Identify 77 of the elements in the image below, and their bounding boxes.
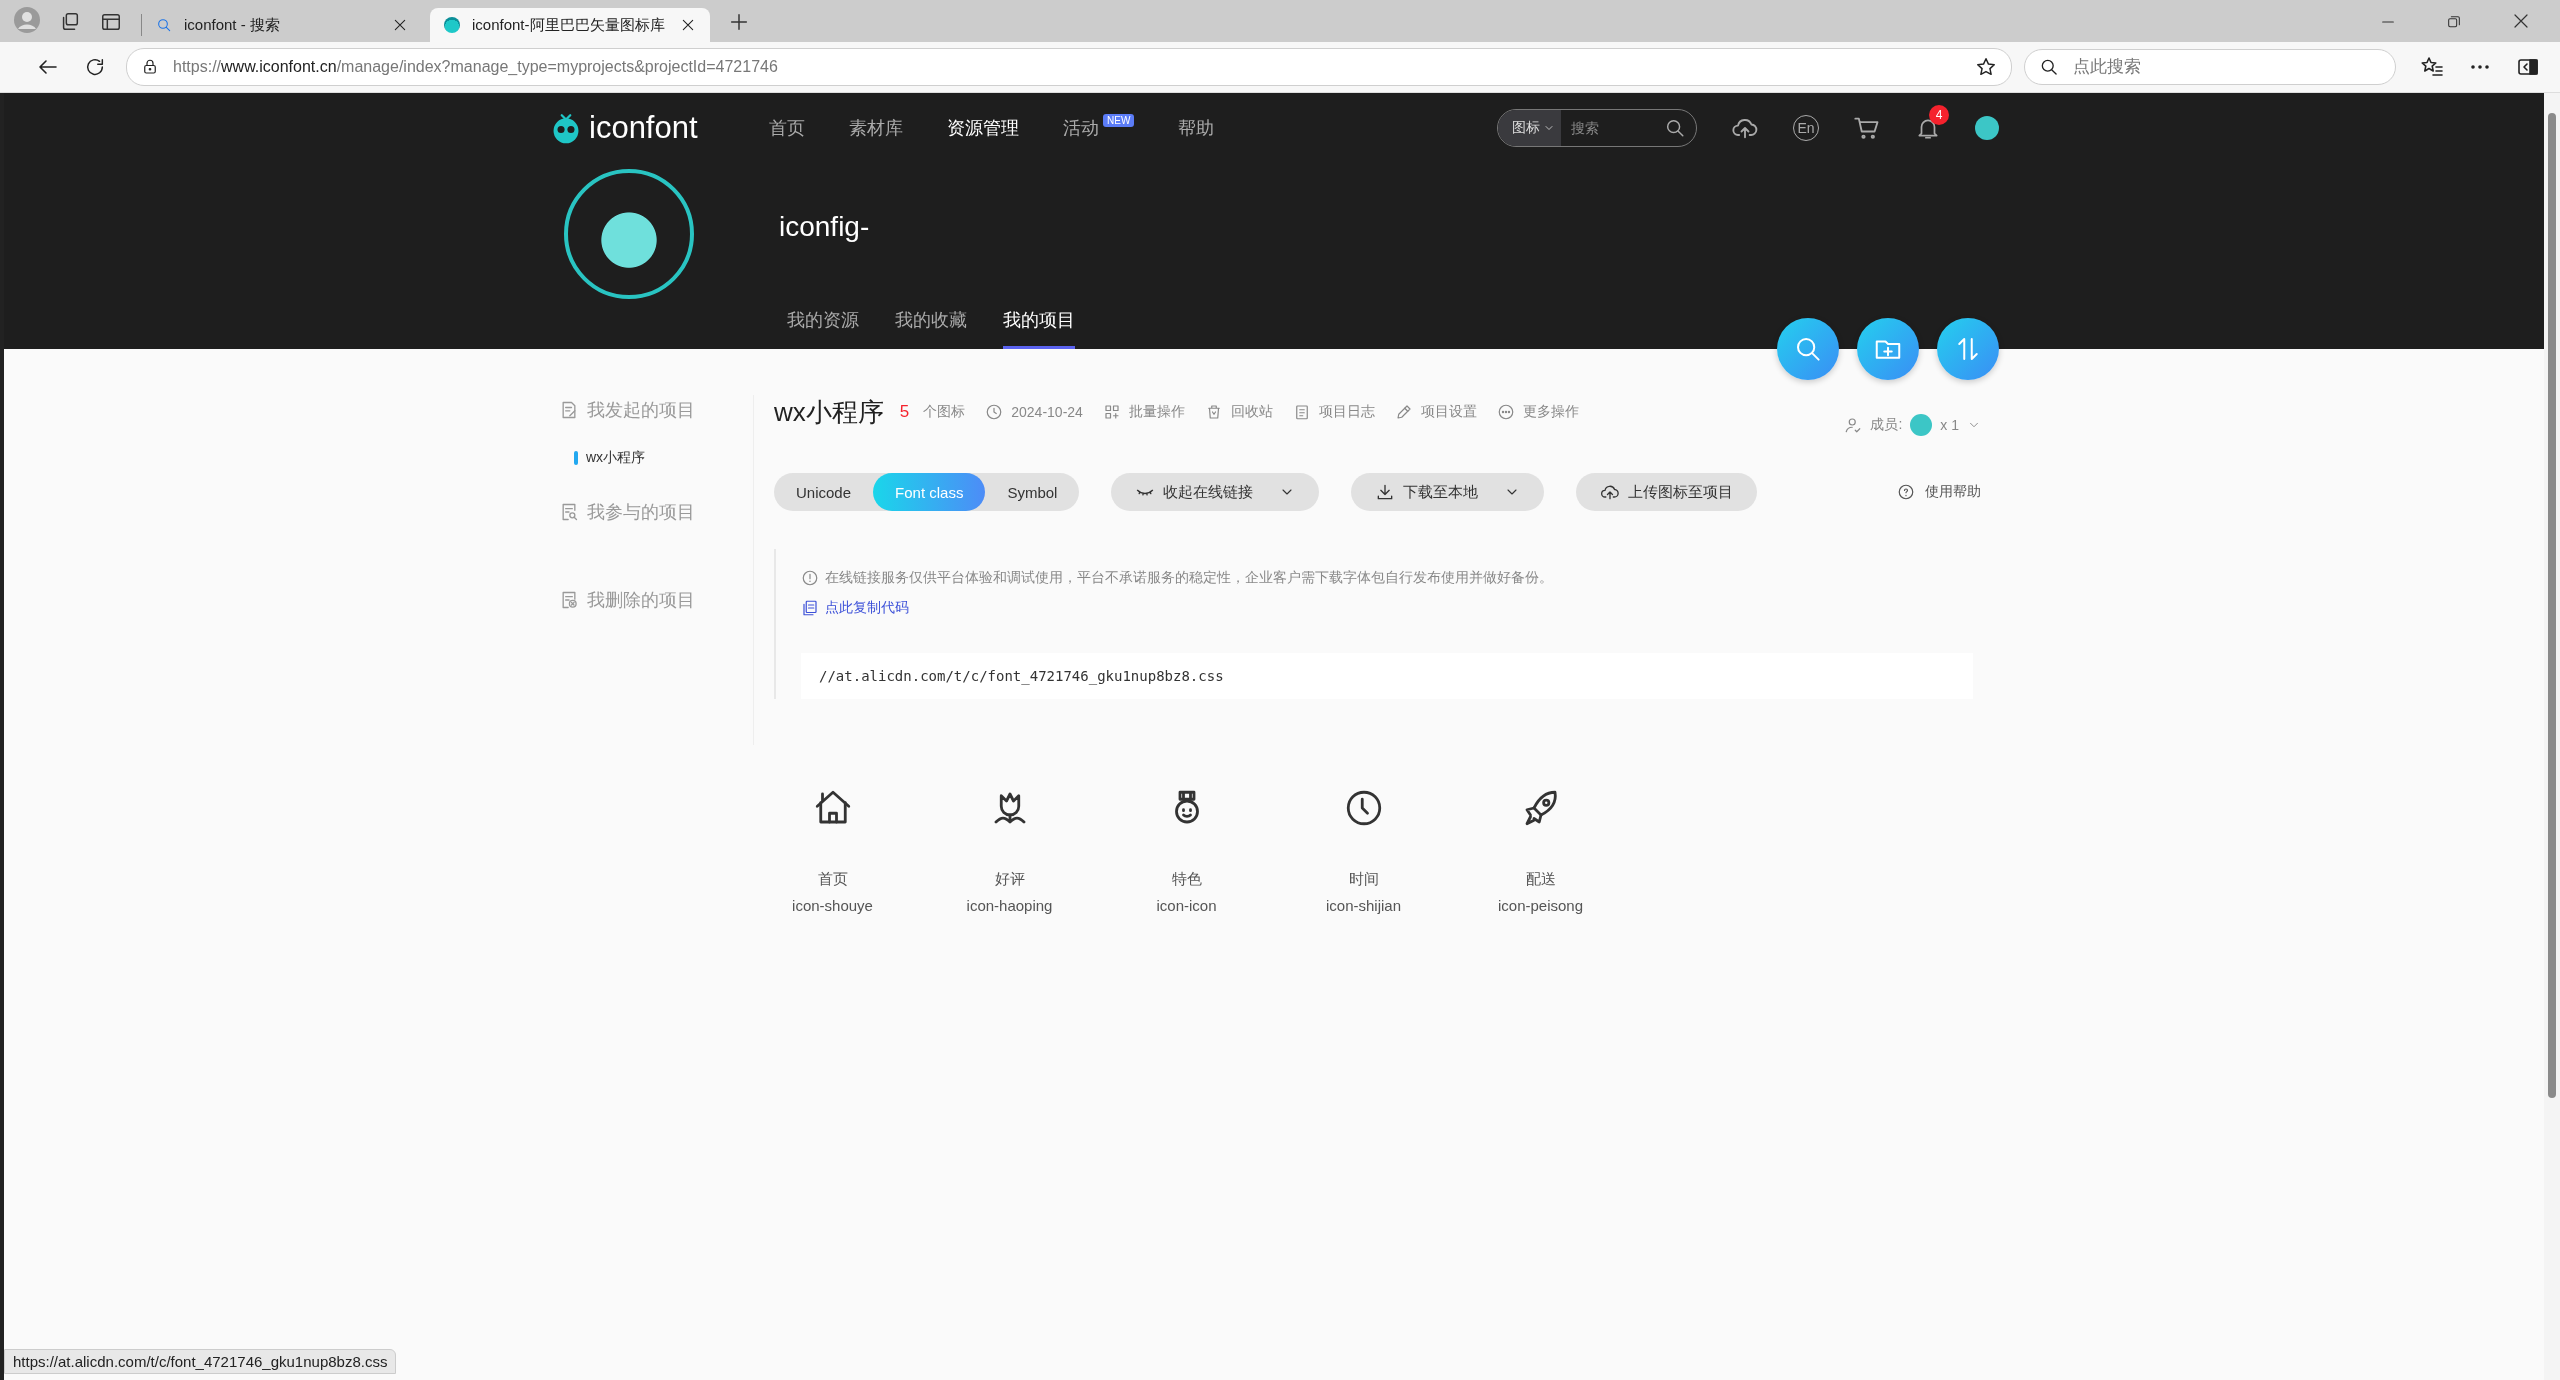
search-icon[interactable] [1664,117,1686,139]
sidebar-item[interactable]: wx小程序 [549,445,753,471]
site-logo-icon [444,17,460,33]
browser-tab[interactable]: iconfont - 搜索 [142,8,422,42]
restore-icon[interactable] [2446,14,2462,30]
icon-name: 好评 [994,869,1025,889]
logo-text[interactable]: iconfont [589,110,698,146]
member-count[interactable]: x 1 [1940,417,1959,433]
icon-count-label: 个图标 [923,403,966,421]
search-input[interactable]: 点此搜索 [2071,56,2381,78]
search-icon [156,17,172,33]
tab-list-icon[interactable] [100,11,122,33]
nav-link[interactable]: 活动 NEW [1063,116,1135,140]
pen-icon [1394,403,1413,421]
new-tab-icon[interactable] [728,11,750,33]
close-icon[interactable] [2512,12,2530,30]
project-action[interactable]: 更多操作 [1496,403,1579,421]
nav-link[interactable]: 首页 [769,116,805,140]
search-box[interactable]: 点此搜索 [2024,49,2396,85]
project-action[interactable]: 批量操作 [1102,403,1185,421]
icon-name: 配送 [1525,869,1556,889]
notice-text: 在线链接服务仅供平台体验和调试使用，平台不承诺服务的稳定性，企业客户需下载字体包自行发布使用并做好备份。 [825,569,1553,587]
project-action[interactable]: 项目日志 [1292,403,1375,421]
project-action[interactable]: 回收站 [1204,403,1273,421]
lock-icon [141,58,159,76]
icon-class-name: icon-icon [1156,896,1217,916]
help-icon [1897,483,1915,501]
close-icon[interactable] [392,17,408,33]
member-avatar [1910,414,1933,436]
username: iconfig- [779,211,870,243]
icon-name: 首页 [817,869,848,889]
address-field[interactable]: https://www.iconfont.cn/manage/index?manage_type=myprojects&projectId=4721746 [126,48,2012,86]
project-date: 2024-10-24 [1011,404,1083,420]
mode-tab[interactable]: Unicode [774,473,874,511]
sort-button[interactable] [1937,318,1999,380]
notification-badge: 4 [1929,105,1949,125]
profile-tab[interactable]: 我的资源 [787,308,859,349]
favorites-icon[interactable] [2420,55,2444,79]
action-button[interactable]: 上传图标至项目 [1576,473,1758,511]
clock-icon [985,403,1004,421]
user-icon [1844,416,1863,434]
icon-name: 时间 [1348,869,1379,889]
search-input[interactable]: 搜索 [1561,119,1664,137]
icon-name: 特色 [1171,869,1202,889]
mode-tab[interactable]: Symbol [985,473,1080,511]
search-button[interactable] [1777,318,1839,380]
info-icon [801,569,819,587]
icon-class-name: icon-peisong [1497,896,1584,916]
close-icon[interactable] [680,17,696,33]
star-icon[interactable] [1975,56,1997,78]
scrollbar-thumb[interactable] [2548,113,2556,1098]
members-label: 成员: [1870,416,1903,434]
profile-tab[interactable]: 我的收藏 [895,308,967,349]
grid-icon [1102,403,1121,421]
add-folder-button[interactable] [1857,318,1919,380]
nav-link[interactable]: 资源管理 [947,116,1019,140]
code-block: //at.alicdn.com/t/c/font_4721746_gku1nup8bz8.css [801,653,1973,699]
help-link[interactable]: 使用帮助 [1897,483,1981,501]
nav-link[interactable]: 帮助 [1178,116,1215,140]
icon-class-name: icon-shijian [1325,896,1401,916]
icon-class-name: icon-shouye [792,896,873,916]
dropdown-button[interactable]: 下载至本地 [1351,473,1545,511]
nav-link[interactable]: 素材库 [849,116,903,140]
copy-code-link[interactable]: 点此复制代码 [801,599,1999,617]
search-icon [2039,57,2059,77]
browser-tab[interactable]: iconfont-阿里巴巴矢量图标库 [430,8,710,42]
avatar[interactable] [1975,116,1999,140]
copy-icon [801,599,819,617]
icon-count: 5 [899,402,910,422]
project-action[interactable]: 项目设置 [1394,403,1477,421]
new-badge: NEW [1103,114,1135,127]
project-title: wx小程序 [774,395,884,429]
more-icon [1496,403,1515,421]
dropdown-button[interactable]: 收起在线链接 [1111,473,1320,511]
status-url: https://at.alicdn.com/t/c/font_4721746_gku1nup8bz8.css [4,1349,397,1374]
reload-icon[interactable] [84,56,106,78]
icon-class-name: icon-haoping [966,896,1053,916]
